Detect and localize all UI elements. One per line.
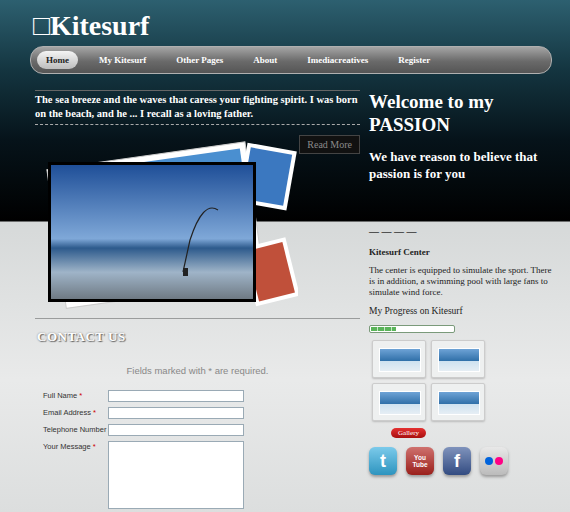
thumbnail-photo: [379, 348, 421, 372]
gallery-button[interactable]: Gallery: [391, 428, 426, 438]
pink-dot: [495, 457, 503, 465]
nav-bar: Home My Kitesurf Other Pages About Imediacre…: [30, 46, 552, 74]
field-label: Full Name*: [43, 390, 108, 402]
progress-fill: [371, 327, 396, 331]
gallery-thumbnail[interactable]: [431, 340, 485, 378]
right-column: Welcome to my PASSION We have reason to b…: [369, 90, 552, 509]
field-label: Email Address*: [43, 407, 108, 419]
flickr-icon[interactable]: [480, 447, 508, 475]
text-field[interactable]: [108, 424, 244, 436]
logo[interactable]: □Kitesurf: [30, 10, 552, 42]
social-icon[interactable]: You Tube: [406, 447, 434, 475]
center-text: The center is equipped to simulate the s…: [369, 265, 552, 298]
message-field[interactable]: [108, 441, 244, 509]
form-row: Email Address*: [43, 407, 360, 419]
intro-text: The sea breeze and the waves that caress…: [35, 90, 360, 125]
text-field[interactable]: [108, 390, 244, 402]
gallery-thumbnail[interactable]: [372, 340, 426, 378]
form-row: Full Name*: [43, 390, 360, 402]
contact-form: Full Name* Email Address* Telephone Number…: [35, 390, 360, 509]
gallery-thumbnail[interactable]: [372, 383, 426, 421]
read-more-button[interactable]: Read More: [299, 135, 360, 154]
gallery-grid: [372, 340, 552, 421]
social-icon[interactable]: t: [369, 447, 397, 475]
thumbnail-photo: [379, 391, 421, 415]
field-label: Your Message*: [43, 441, 108, 453]
nav-item[interactable]: Register: [389, 51, 439, 69]
social-links: t You Tube f: [369, 447, 552, 475]
dash-divider: — — — —: [369, 226, 552, 237]
left-column: The sea breeze and the waves that caress…: [35, 90, 360, 509]
progress-label: My Progress on Kitesurf: [369, 306, 552, 316]
required-marker: *: [79, 391, 82, 400]
required-marker: *: [93, 442, 96, 451]
field-label: Telephone Number: [43, 424, 108, 436]
nav-item[interactable]: My Kitesurf: [90, 51, 155, 69]
welcome-subtitle: We have reason to believe that passion i…: [369, 148, 552, 182]
contact-title: CONTACT US: [37, 329, 360, 345]
required-marker: *: [93, 408, 96, 417]
page: □Kitesurf Home My Kitesurf Other Pages About…: [0, 0, 570, 509]
main: The sea breeze and the waves that caress…: [0, 74, 570, 509]
button-row: Read More: [35, 135, 360, 154]
photo-stack: [43, 140, 298, 310]
welcome-title: Welcome to my PASSION: [369, 90, 552, 136]
social-icon[interactable]: f: [443, 447, 471, 475]
nav-item[interactable]: Home: [37, 51, 78, 69]
form-row: Your Message*: [43, 441, 360, 509]
nav-item[interactable]: About: [244, 51, 286, 69]
thumbnail-photo: [438, 348, 480, 372]
thumbnail-photo: [438, 391, 480, 415]
required-note: Fields marked with * are required.: [35, 365, 360, 376]
nav-item[interactable]: Imediacreatives: [298, 51, 377, 69]
blue-dot: [485, 457, 493, 465]
gallery-thumbnail[interactable]: [431, 383, 485, 421]
nav-item[interactable]: Other Pages: [167, 51, 232, 69]
center-title: Kitesurf Center: [369, 247, 552, 257]
divider-line: [35, 318, 360, 319]
form-row: Telephone Number: [43, 424, 360, 436]
progress-bar: [369, 325, 455, 333]
text-field[interactable]: [108, 407, 244, 419]
header: □Kitesurf Home My Kitesurf Other Pages About…: [0, 0, 570, 74]
